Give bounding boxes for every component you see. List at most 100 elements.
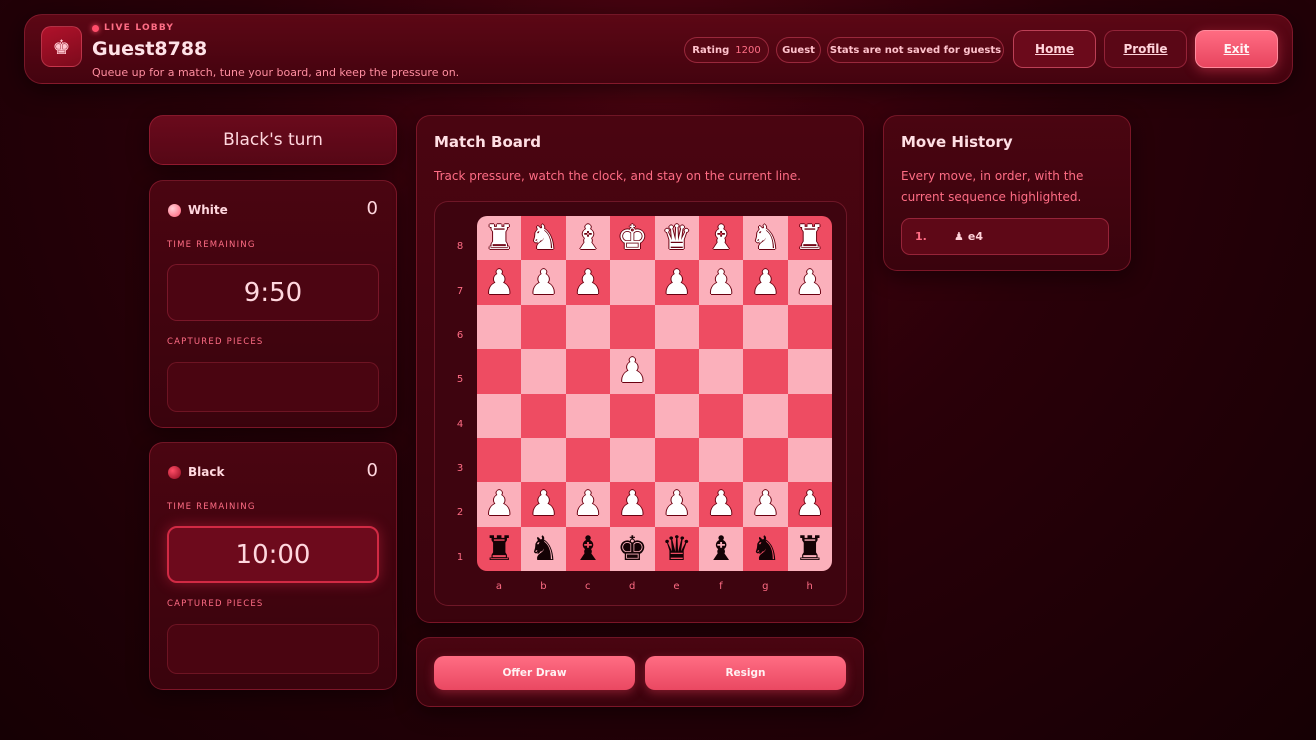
square-f4[interactable] <box>698 393 744 438</box>
square-c3[interactable] <box>565 437 611 483</box>
square-h3[interactable] <box>787 437 832 483</box>
white-bishop-icon[interactable]: ♝ <box>573 221 603 255</box>
square-h6[interactable] <box>787 304 832 350</box>
white-pawn-icon[interactable]: ♟ <box>706 487 736 521</box>
white-pawn-icon[interactable]: ♟ <box>750 266 780 300</box>
square-d5[interactable]: ♟ <box>610 349 655 394</box>
square-a8[interactable]: ♜ <box>477 216 522 261</box>
square-b3[interactable] <box>521 437 566 483</box>
square-d3[interactable] <box>610 437 655 483</box>
square-d6[interactable] <box>610 304 655 350</box>
square-h5[interactable] <box>787 349 832 394</box>
square-e6[interactable] <box>654 304 699 350</box>
square-e7[interactable]: ♟ <box>654 260 699 305</box>
square-h7[interactable]: ♟ <box>787 260 832 305</box>
square-c2[interactable]: ♟ <box>565 482 611 527</box>
square-e3[interactable] <box>654 437 699 483</box>
offer-draw-button[interactable]: Offer Draw <box>434 656 635 690</box>
black-knight-icon[interactable]: ♞ <box>750 532 780 566</box>
square-f2[interactable]: ♟ <box>698 482 744 527</box>
square-c1[interactable]: ♝ <box>565 526 611 571</box>
square-e4[interactable] <box>654 393 699 438</box>
exit-button[interactable]: Exit <box>1195 30 1278 68</box>
square-e2[interactable]: ♟ <box>654 482 699 527</box>
white-queen-icon[interactable]: ♛ <box>661 221 691 255</box>
black-king-icon[interactable]: ♚ <box>617 532 647 566</box>
square-a6[interactable] <box>477 304 522 350</box>
square-c8[interactable]: ♝ <box>565 216 611 261</box>
square-f5[interactable] <box>698 349 744 394</box>
black-bishop-icon[interactable]: ♝ <box>573 532 603 566</box>
square-c7[interactable]: ♟ <box>565 260 611 305</box>
white-pawn-icon[interactable]: ♟ <box>484 487 514 521</box>
white-pawn-icon[interactable]: ♟ <box>795 266 825 300</box>
square-h4[interactable] <box>787 393 832 438</box>
square-g6[interactable] <box>743 304 788 350</box>
move-history-row[interactable]: 1. ♟ e4 <box>901 218 1109 255</box>
square-d1[interactable]: ♚ <box>610 526 655 571</box>
black-knight-icon[interactable]: ♞ <box>528 532 558 566</box>
square-a1[interactable]: ♜ <box>477 526 522 571</box>
square-g4[interactable] <box>743 393 788 438</box>
square-h2[interactable]: ♟ <box>787 482 832 527</box>
white-pawn-icon[interactable]: ♟ <box>661 266 691 300</box>
square-e5[interactable] <box>654 349 699 394</box>
square-f8[interactable]: ♝ <box>698 216 744 261</box>
square-d4[interactable] <box>610 393 655 438</box>
white-rook-icon[interactable]: ♜ <box>795 221 825 255</box>
square-d7[interactable] <box>610 260 655 305</box>
square-b7[interactable]: ♟ <box>521 260 566 305</box>
white-knight-icon[interactable]: ♞ <box>528 221 558 255</box>
white-knight-icon[interactable]: ♞ <box>750 221 780 255</box>
white-rook-icon[interactable]: ♜ <box>484 221 514 255</box>
square-h8[interactable]: ♜ <box>787 216 832 261</box>
profile-button[interactable]: Profile <box>1104 30 1187 68</box>
home-button[interactable]: Home <box>1013 30 1096 68</box>
square-a2[interactable]: ♟ <box>477 482 522 527</box>
square-h1[interactable]: ♜ <box>787 526 832 571</box>
square-c5[interactable] <box>565 349 611 394</box>
square-b4[interactable] <box>521 393 566 438</box>
white-bishop-icon[interactable]: ♝ <box>706 221 736 255</box>
black-rook-icon[interactable]: ♜ <box>795 532 825 566</box>
white-pawn-icon[interactable]: ♟ <box>750 487 780 521</box>
square-g2[interactable]: ♟ <box>743 482 788 527</box>
square-e8[interactable]: ♛ <box>654 216 699 261</box>
square-b6[interactable] <box>521 304 566 350</box>
square-b5[interactable] <box>521 349 566 394</box>
black-bishop-icon[interactable]: ♝ <box>706 532 736 566</box>
square-g3[interactable] <box>743 437 788 483</box>
white-pawn-icon[interactable]: ♟ <box>617 354 647 388</box>
square-b1[interactable]: ♞ <box>521 526 566 571</box>
white-pawn-icon[interactable]: ♟ <box>484 266 514 300</box>
square-g5[interactable] <box>743 349 788 394</box>
square-g8[interactable]: ♞ <box>743 216 788 261</box>
white-pawn-icon[interactable]: ♟ <box>617 487 647 521</box>
white-pawn-icon[interactable]: ♟ <box>795 487 825 521</box>
square-f7[interactable]: ♟ <box>698 260 744 305</box>
square-d2[interactable]: ♟ <box>610 482 655 527</box>
white-pawn-icon[interactable]: ♟ <box>528 266 558 300</box>
square-a3[interactable] <box>477 437 522 483</box>
resign-button[interactable]: Resign <box>645 656 846 690</box>
square-c6[interactable] <box>565 304 611 350</box>
square-c4[interactable] <box>565 393 611 438</box>
white-king-icon[interactable]: ♚ <box>617 221 647 255</box>
white-pawn-icon[interactable]: ♟ <box>661 487 691 521</box>
chess-board[interactable]: ♜ ♞ ♝ ♚ ♛ ♝ ♞ ♜ ♟ ♟ ♟ ♟ ♟ ♟ ♟ ♟ ♟ ♟ ♟ ♟ ♟ ♟ ♟ ♟ ♜ ♞ ♝ ♚ ♛ ♝ ♞ ♜ <box>477 216 832 571</box>
white-pawn-icon[interactable]: ♟ <box>528 487 558 521</box>
square-a7[interactable]: ♟ <box>477 260 522 305</box>
square-b2[interactable]: ♟ <box>521 482 566 527</box>
square-a4[interactable] <box>477 393 522 438</box>
square-f3[interactable] <box>698 437 744 483</box>
square-g7[interactable]: ♟ <box>743 260 788 305</box>
square-e1[interactable]: ♛ <box>654 526 699 571</box>
black-queen-icon[interactable]: ♛ <box>661 532 691 566</box>
square-f1[interactable]: ♝ <box>698 526 744 571</box>
square-f6[interactable] <box>698 304 744 350</box>
square-b8[interactable]: ♞ <box>521 216 566 261</box>
black-rook-icon[interactable]: ♜ <box>484 532 514 566</box>
white-pawn-icon[interactable]: ♟ <box>706 266 736 300</box>
white-pawn-icon[interactable]: ♟ <box>573 487 603 521</box>
square-d8[interactable]: ♚ <box>610 216 655 261</box>
